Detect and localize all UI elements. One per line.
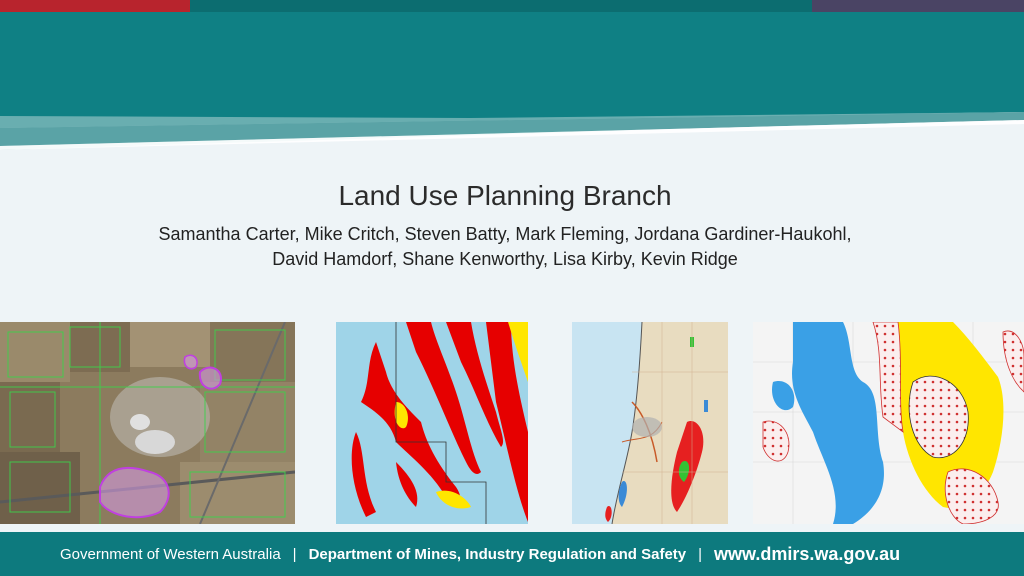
author-list: Samantha Carter, Mike Critch, Steven Bat… — [0, 222, 1010, 272]
strip-red-segment — [0, 0, 190, 12]
authors-line-1: Samantha Carter, Mike Critch, Steven Bat… — [158, 224, 852, 244]
blue-yellow-dotted-zone-map — [753, 322, 1024, 524]
red-yellow-zone-map — [336, 322, 528, 524]
slide-title: Land Use Planning Branch — [338, 180, 672, 211]
footer-government: Government of Western Australia — [60, 545, 281, 563]
coastal-topographic-map — [572, 322, 728, 524]
strip-teal-segment — [190, 0, 812, 12]
footer-separator-2: | — [698, 545, 703, 563]
header-band — [0, 0, 1024, 150]
footer-separator-1: | — [292, 545, 297, 563]
top-color-strip — [0, 0, 1024, 12]
aerial-land-parcels-map — [0, 322, 295, 524]
authors-line-2: David Hamdorf, Shane Kenworthy, Lisa Kir… — [272, 249, 738, 269]
footer-department: Department of Mines, Industry Regulation… — [308, 545, 687, 563]
footer-bar: Government of Western Australia | Depart… — [0, 532, 1024, 576]
footer-website-link[interactable]: www.dmirs.wa.gov.au — [714, 544, 900, 565]
strip-purple-segment — [812, 0, 1024, 12]
